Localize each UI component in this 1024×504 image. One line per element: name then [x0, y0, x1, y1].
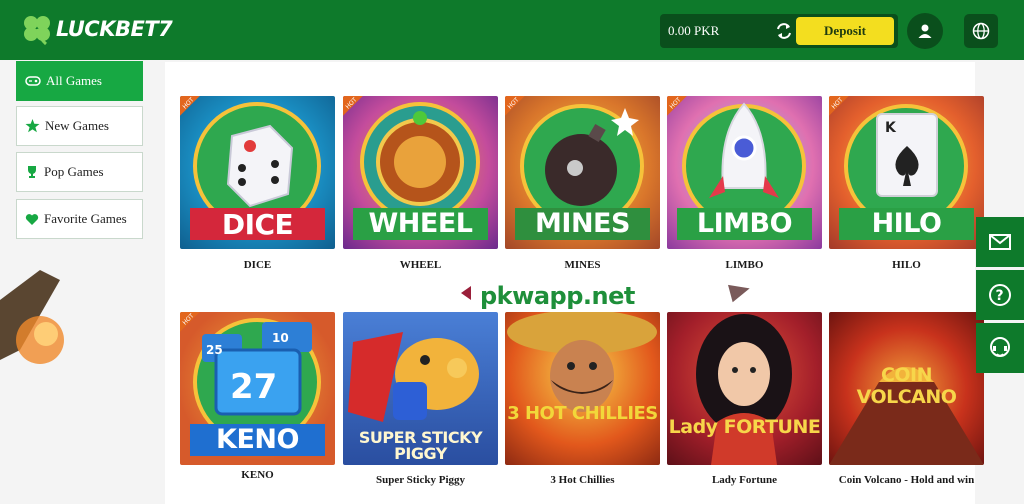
game-title[interactable]: LIMBO [667, 259, 822, 271]
refresh-icon[interactable] [774, 21, 794, 41]
game-art-text: KENO [216, 424, 299, 455]
game-card-limbo[interactable]: HOT LIMBO [667, 96, 822, 249]
mail-icon [989, 234, 1011, 250]
game-art-text: WHEEL [368, 208, 473, 239]
game-title[interactable]: 3 Hot Chillies [505, 474, 660, 486]
sidebar-item-new-games[interactable]: New Games [16, 106, 143, 146]
background-decoration [0, 270, 64, 364]
gamepad-icon [25, 75, 41, 87]
watermark-text: pkwapp.net [480, 282, 635, 310]
sidebar-item-pop-games[interactable]: Pop Games [16, 152, 143, 192]
game-art-text: MINES [535, 208, 630, 239]
balance-text: 0.00 PKR [668, 23, 720, 38]
svg-text:25: 25 [206, 343, 223, 357]
help-icon: ? [989, 284, 1011, 306]
game-art-text: COIN VOLCANO [856, 364, 957, 408]
sidebar-item-favorite-games[interactable]: Favorite Games [16, 199, 143, 239]
heart-icon [25, 213, 39, 226]
game-title[interactable]: KENO [180, 469, 335, 481]
user-account-button[interactable] [907, 13, 943, 49]
hot-badge: HOT [667, 96, 695, 124]
game-card-coin-volcano[interactable]: COIN VOLCANO [829, 312, 984, 465]
game-art-text: HILO [871, 208, 942, 239]
wallet-box: 0.00 PKR Deposit [660, 14, 898, 48]
game-card-hilo[interactable]: K HOT HILO [829, 96, 984, 249]
trophy-icon [25, 165, 39, 179]
sidebar-item-label: Favorite Games [44, 211, 127, 226]
star-icon [25, 119, 40, 133]
svg-text:10: 10 [272, 331, 289, 345]
sidebar-item-all-games[interactable]: All Games [16, 61, 143, 101]
game-card-wheel[interactable]: HOT WHEEL [343, 96, 498, 249]
clover-icon [24, 16, 50, 46]
hot-badge: HOT [180, 96, 208, 124]
game-card-super-sticky-piggy[interactable]: SUPER STICKY PIGGY [343, 312, 498, 465]
sidebar-item-label: All Games [46, 73, 102, 88]
svg-text:?: ? [996, 288, 1004, 304]
lady-fortune-art [696, 314, 792, 465]
game-card-mines[interactable]: HOT MINES [505, 96, 660, 249]
hot-badge: HOT [829, 96, 857, 124]
game-art-text: DICE [221, 208, 294, 241]
hot-badge: HOT [180, 312, 208, 340]
globe-icon [972, 22, 990, 40]
chat-support-icon [990, 337, 1010, 357]
top-header: LUCKBET7 0.00 PKR Deposit [0, 0, 1024, 60]
game-art-text: LIMBO [696, 208, 793, 239]
hot-badge: HOT [505, 96, 533, 124]
svg-text:27: 27 [230, 367, 277, 407]
logo-text: LUCKBET7 [56, 17, 173, 41]
game-art-text: SUPER STICKY PIGGY [358, 428, 483, 463]
game-card-keno[interactable]: 27 25 10 HOT KENO [180, 312, 335, 465]
sidebar-item-label: Pop Games [44, 164, 104, 179]
game-card-dice[interactable]: HOT DICE [180, 96, 335, 249]
svg-text:K: K [885, 120, 897, 136]
game-art-text: Lady FORTUNE [668, 416, 821, 438]
game-title[interactable]: MINES [505, 259, 660, 271]
game-title[interactable]: WHEEL [343, 259, 498, 271]
carousel-prev-arrow [461, 286, 471, 300]
game-card-3-hot-chillies[interactable]: 3 HOT CHILLIES [505, 312, 660, 465]
game-title[interactable]: HILO [829, 259, 984, 271]
chat-support-button[interactable] [976, 323, 1024, 373]
chillies-art [507, 312, 657, 412]
sidebar-item-label: New Games [45, 118, 109, 133]
deposit-button[interactable]: Deposit [796, 17, 894, 45]
mail-button[interactable] [976, 217, 1024, 267]
game-title[interactable]: DICE [180, 259, 335, 271]
game-title[interactable]: Lady Fortune [667, 474, 822, 486]
game-title[interactable]: Super Sticky Piggy [343, 474, 498, 486]
language-button[interactable] [964, 14, 998, 48]
hot-badge: HOT [343, 96, 371, 124]
game-card-lady-fortune[interactable]: Lady FORTUNE [667, 312, 822, 465]
game-title[interactable]: Coin Volcano - Hold and win [829, 474, 984, 486]
logo[interactable]: LUCKBET7 [20, 12, 173, 46]
help-button[interactable]: ? [976, 270, 1024, 320]
game-art-text: 3 HOT CHILLIES [507, 403, 658, 424]
user-icon [918, 24, 932, 38]
